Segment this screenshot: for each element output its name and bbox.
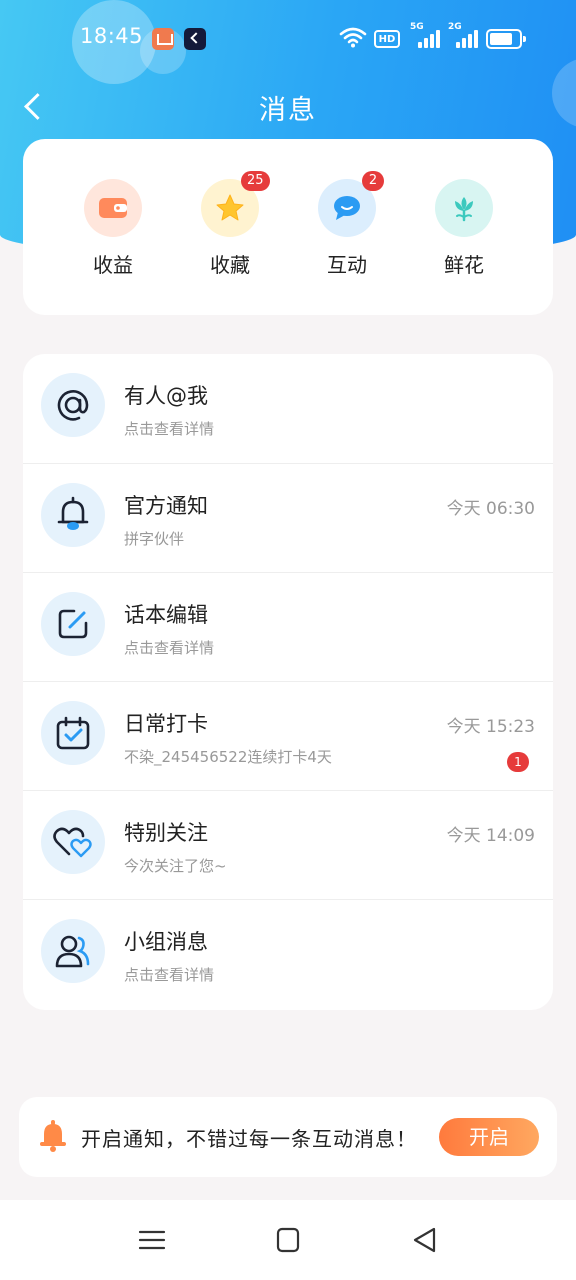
bell-icon xyxy=(37,1119,69,1153)
message-title: 话本编辑 xyxy=(124,603,208,627)
unread-badge: 1 xyxy=(507,752,529,772)
hearts-icon xyxy=(41,810,105,874)
category-earnings[interactable]: 收益 xyxy=(63,179,163,278)
at-icon xyxy=(41,373,105,437)
reader-app-icon xyxy=(152,28,174,50)
category-label: 收藏 xyxy=(210,253,250,277)
hd-voice-icon: HD xyxy=(374,30,400,48)
message-row-checkin[interactable]: 日常打卡 不染_245456522连续打卡4天 今天 15:23 1 xyxy=(23,681,553,790)
category-favorites[interactable]: 25 收藏 xyxy=(180,171,280,278)
category-label: 互动 xyxy=(327,253,367,277)
back-nav-icon[interactable] xyxy=(404,1222,444,1258)
page-title: 消息 xyxy=(259,95,317,126)
message-row-official[interactable]: 官方通知 拼字伙伴 今天 06:30 xyxy=(23,463,553,572)
category-card: 收益 25 收藏 2 互动 鲜花 xyxy=(23,139,553,315)
flower-icon xyxy=(435,179,493,237)
menu-icon[interactable] xyxy=(132,1222,172,1258)
status-bar: 18:45 HD 5G 2G xyxy=(0,0,576,76)
battery-icon xyxy=(486,29,526,49)
message-time: 今天 15:23 xyxy=(446,717,535,737)
category-label: 鲜花 xyxy=(444,253,484,277)
message-row-special-follow[interactable]: 特别关注 今次关注了您~ 今天 14:09 xyxy=(23,790,553,899)
category-interaction[interactable]: 2 互动 xyxy=(297,171,397,278)
message-title: 日常打卡 xyxy=(124,712,208,736)
message-subtitle: 拼字伙伴 xyxy=(124,530,185,548)
message-title: 有人@我 xyxy=(124,384,208,408)
signal-icon: 5G xyxy=(410,22,440,50)
message-subtitle: 今次关注了您~ xyxy=(124,857,227,875)
message-title: 特别关注 xyxy=(124,821,208,845)
enable-notifications-button[interactable]: 开启 xyxy=(439,1118,539,1156)
message-list: 有人@我 点击查看详情 官方通知 拼字伙伴 今天 06:30 话本编辑 点击查看… xyxy=(23,354,553,1010)
group-icon xyxy=(41,919,105,983)
message-row-editor[interactable]: 话本编辑 点击查看详情 xyxy=(23,572,553,681)
system-navigation-bar xyxy=(0,1200,576,1280)
wallet-icon xyxy=(84,179,142,237)
message-time: 今天 06:30 xyxy=(446,499,535,519)
message-row-mentions[interactable]: 有人@我 点击查看详情 xyxy=(23,354,553,463)
badge-count: 2 xyxy=(362,171,384,191)
star-icon: 25 xyxy=(201,171,270,237)
notification-prompt: 开启通知，不错过每一条互动消息！ xyxy=(81,1127,417,1151)
message-subtitle: 不染_245456522连续打卡4天 xyxy=(124,748,332,766)
chat-bubble-icon: 2 xyxy=(318,171,384,237)
signal-icon: 2G xyxy=(448,22,478,50)
bell-icon xyxy=(41,483,105,547)
calendar-check-icon xyxy=(41,701,105,765)
message-time: 今天 14:09 xyxy=(446,826,535,846)
message-subtitle: 点击查看详情 xyxy=(124,966,215,984)
message-subtitle: 点击查看详情 xyxy=(124,420,215,438)
app-notification-icon xyxy=(184,28,206,50)
message-title: 小组消息 xyxy=(124,930,208,954)
notification-banner: 开启通知，不错过每一条互动消息！ 开启 xyxy=(19,1097,557,1177)
status-time: 18:45 xyxy=(80,24,144,48)
badge-count: 25 xyxy=(241,171,270,191)
home-icon[interactable] xyxy=(268,1222,308,1258)
edit-icon xyxy=(41,592,105,656)
wifi-icon xyxy=(338,24,368,50)
category-label: 收益 xyxy=(93,253,133,277)
category-flowers[interactable]: 鲜花 xyxy=(414,179,514,278)
message-subtitle: 点击查看详情 xyxy=(124,639,215,657)
message-title: 官方通知 xyxy=(124,494,208,518)
message-row-group[interactable]: 小组消息 点击查看详情 xyxy=(23,899,553,1008)
